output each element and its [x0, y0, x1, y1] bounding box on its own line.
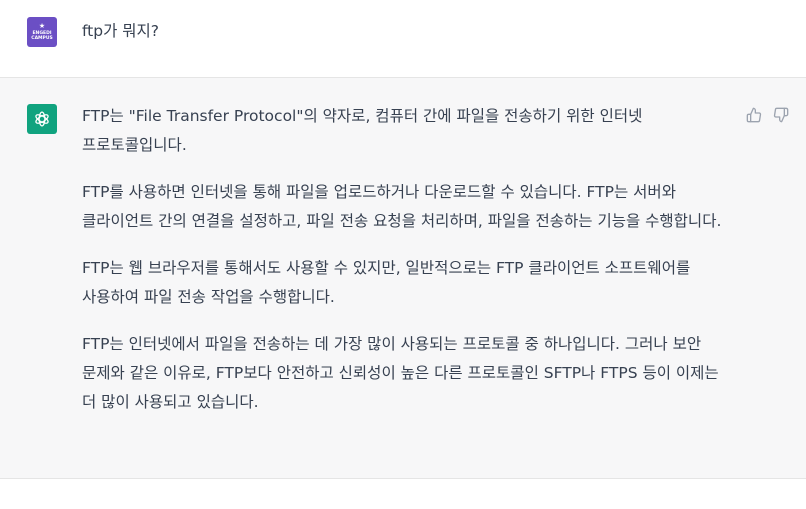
- thumbs-up-button[interactable]: [745, 106, 763, 124]
- thumbs-up-icon: [746, 107, 762, 123]
- answer-paragraph-1: FTP는 "File Transfer Protocol"의 약자로, 컴퓨터 …: [82, 107, 643, 154]
- thumbs-down-icon: [773, 107, 789, 123]
- answer-paragraph-4: FTP는 인터넷에서 파일을 전송하는 데 가장 많이 사용되는 프로토콜 중 …: [82, 335, 719, 411]
- avatar-label-line2: CAMPUS: [31, 36, 53, 41]
- user-avatar: ★ ENGEDI CAMPUS: [27, 17, 57, 47]
- assistant-answer: FTP는 "File Transfer Protocol"의 약자로, 컴퓨터 …: [82, 102, 732, 435]
- user-message-row: ★ ENGEDI CAMPUS ftp가 뭐지?: [0, 0, 806, 78]
- star-icon: ★: [38, 22, 46, 30]
- user-message-text: ftp가 뭐지?: [82, 22, 160, 40]
- thumbs-down-button[interactable]: [772, 106, 790, 124]
- assistant-avatar: [27, 104, 57, 134]
- assistant-message-row: FTP는 "File Transfer Protocol"의 약자로, 컴퓨터 …: [0, 78, 806, 479]
- answer-paragraph-2: FTP를 사용하면 인터넷을 통해 파일을 업로드하거나 다운로드할 수 있습니…: [82, 183, 722, 230]
- chat-page: ★ ENGEDI CAMPUS ftp가 뭐지? FTP는 "File Tran…: [0, 0, 806, 509]
- openai-logo-icon: [35, 111, 49, 127]
- answer-paragraph-3: FTP는 웹 브라우저를 통해서도 사용할 수 있지만, 일반적으로는 FTP …: [82, 259, 691, 306]
